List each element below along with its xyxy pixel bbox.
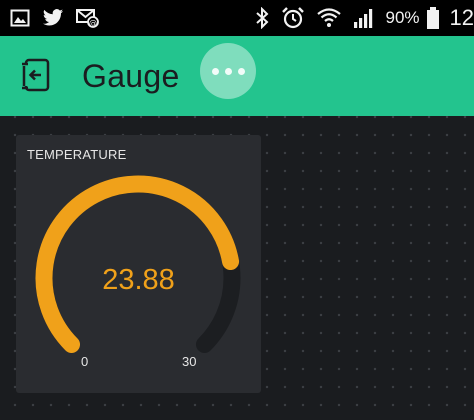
page-title: Gauge bbox=[82, 58, 180, 94]
exit-icon bbox=[22, 58, 50, 92]
status-notifications: @ bbox=[10, 0, 112, 36]
status-time: 12 bbox=[449, 5, 474, 30]
exit-button[interactable] bbox=[18, 56, 62, 96]
more-icon-dot bbox=[237, 67, 245, 75]
more-icon bbox=[211, 67, 219, 75]
svg-text:@: @ bbox=[89, 19, 97, 28]
alarm-icon bbox=[281, 6, 305, 30]
bluetooth-icon bbox=[255, 7, 269, 29]
status-bar: @ 90% 12 bbox=[0, 0, 474, 36]
more-button[interactable] bbox=[200, 43, 256, 99]
gauge-max-label: 30 bbox=[182, 354, 197, 369]
email-sync-icon: @ bbox=[76, 7, 100, 29]
app-bar: Gauge bbox=[0, 36, 474, 116]
wifi-icon bbox=[317, 7, 342, 29]
image-icon bbox=[10, 8, 30, 28]
gauge-min-label: 0 bbox=[81, 354, 89, 369]
gauge-widget[interactable]: TEMPERATURE 23.88 0 30 bbox=[16, 135, 261, 393]
signal-icon bbox=[353, 7, 375, 29]
more-icon-dot bbox=[224, 67, 232, 75]
gauge-value: 23.88 bbox=[102, 264, 175, 296]
twitter-icon bbox=[42, 8, 64, 28]
battery-percent: 90% bbox=[385, 8, 420, 27]
status-system: 90% 12 bbox=[243, 0, 474, 36]
battery-icon bbox=[426, 6, 440, 30]
